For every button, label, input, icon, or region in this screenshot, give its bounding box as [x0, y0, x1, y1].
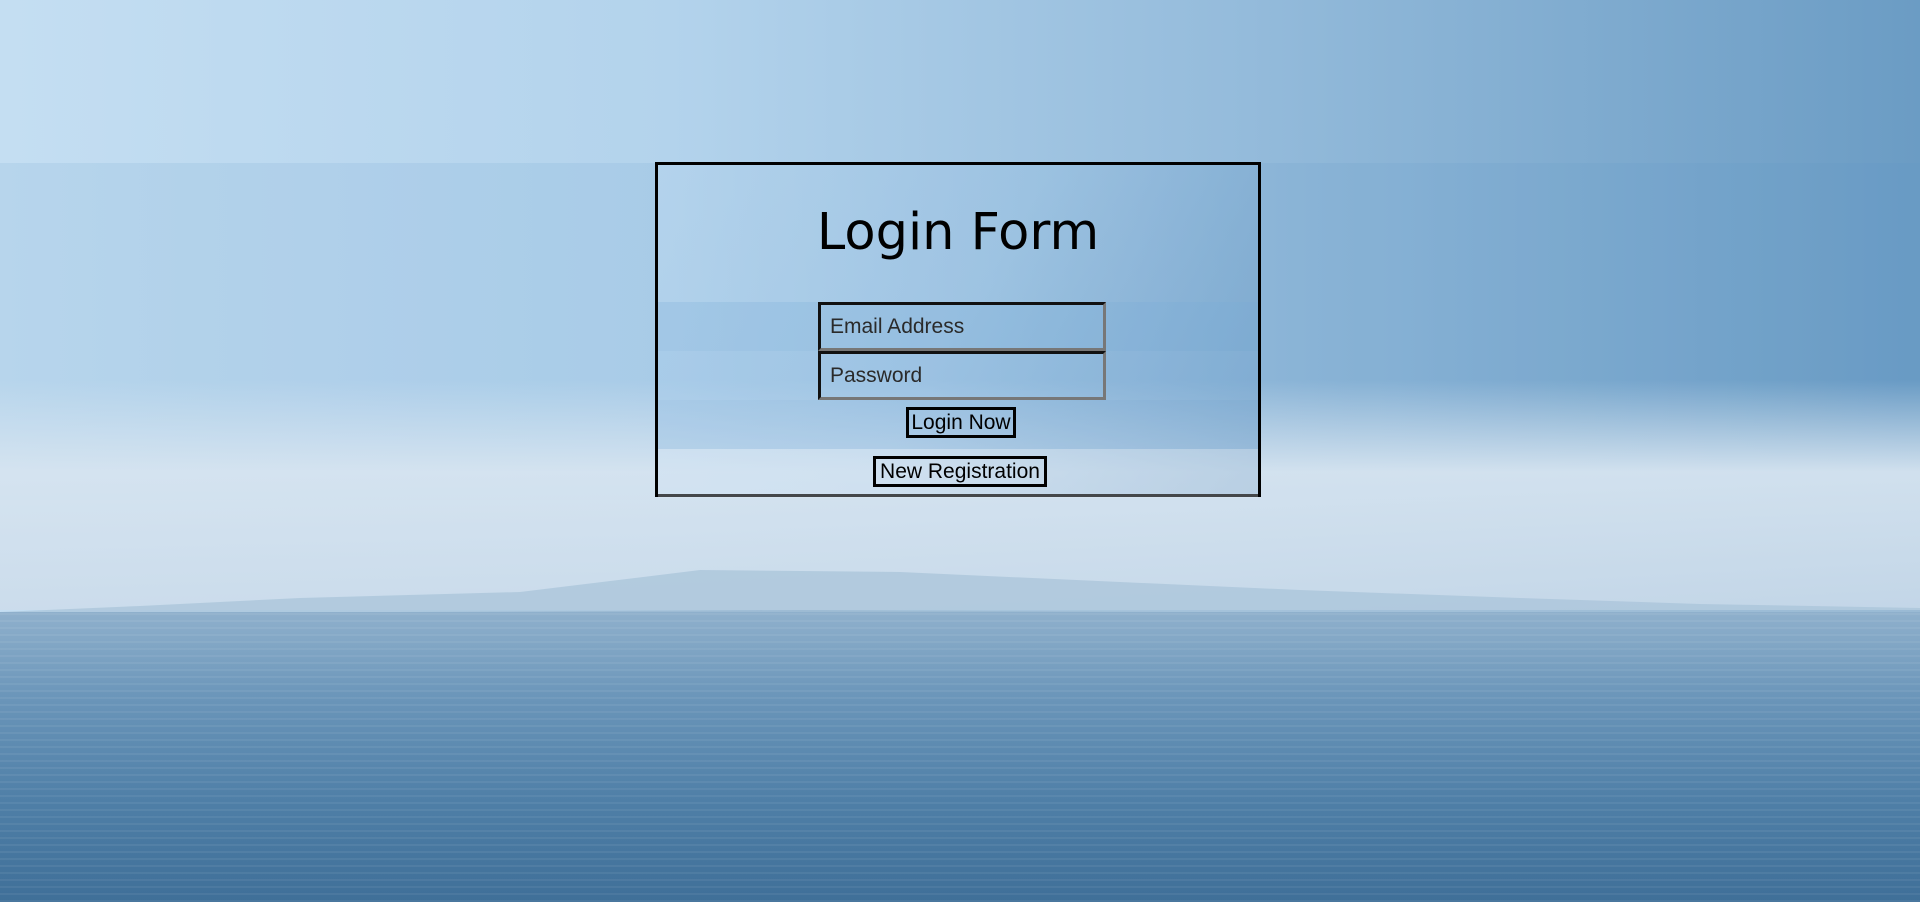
email-field[interactable]	[818, 302, 1106, 351]
login-row: Login Now	[658, 400, 1258, 449]
sea	[0, 612, 1920, 902]
password-field[interactable]	[818, 351, 1106, 400]
email-row	[658, 302, 1258, 351]
new-registration-button[interactable]: New Registration	[873, 456, 1047, 487]
login-form: Login Form Login Now New Registration	[655, 162, 1261, 498]
register-row: New Registration	[658, 449, 1258, 498]
password-row	[658, 351, 1258, 400]
distant-hills	[0, 570, 1920, 620]
login-button[interactable]: Login Now	[906, 407, 1016, 438]
form-title: Login Form	[816, 203, 1100, 262]
